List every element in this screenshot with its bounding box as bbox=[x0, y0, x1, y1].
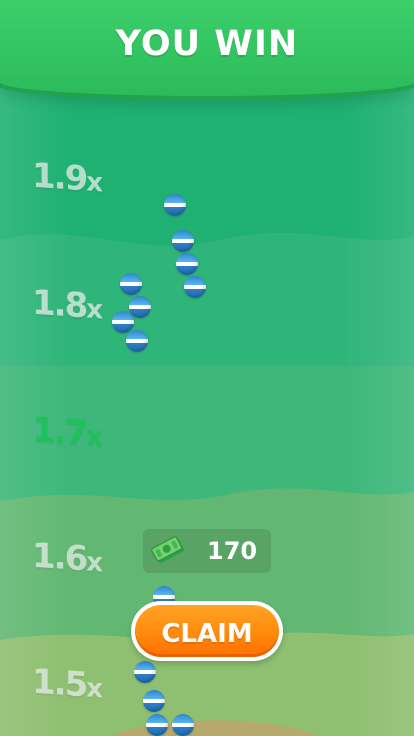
ball bbox=[172, 230, 194, 252]
reward-amount: 170 bbox=[207, 537, 258, 565]
ball bbox=[146, 714, 168, 736]
ball bbox=[120, 273, 142, 295]
game-scene: 1.9x 1.8x 1.7x 1.6x 1.5x YOU WIN 170 CLA… bbox=[0, 0, 414, 736]
ball bbox=[184, 276, 206, 298]
ball bbox=[129, 296, 151, 318]
ball bbox=[143, 690, 165, 712]
result-header: YOU WIN bbox=[0, 0, 414, 96]
ball bbox=[126, 330, 148, 352]
band-wave bbox=[110, 720, 320, 736]
reward-panel: 170 bbox=[143, 529, 271, 573]
ball bbox=[134, 661, 156, 683]
cash-stack-icon bbox=[151, 536, 184, 564]
multiplier-label: 1.9x bbox=[32, 155, 102, 200]
ball bbox=[164, 194, 186, 216]
claim-button[interactable]: CLAIM bbox=[131, 601, 283, 661]
claim-button-label: CLAIM bbox=[161, 619, 253, 649]
multiplier-label: 1.6x bbox=[32, 535, 102, 580]
claim-button-face: CLAIM bbox=[135, 605, 279, 657]
multiplier-label-active: 1.7x bbox=[32, 409, 102, 454]
multiplier-label: 1.8x bbox=[32, 282, 102, 327]
result-title: YOU WIN bbox=[115, 24, 299, 64]
ball bbox=[112, 311, 134, 333]
ball bbox=[172, 714, 194, 736]
multiplier-label: 1.5x bbox=[32, 661, 102, 706]
ball bbox=[176, 253, 198, 275]
